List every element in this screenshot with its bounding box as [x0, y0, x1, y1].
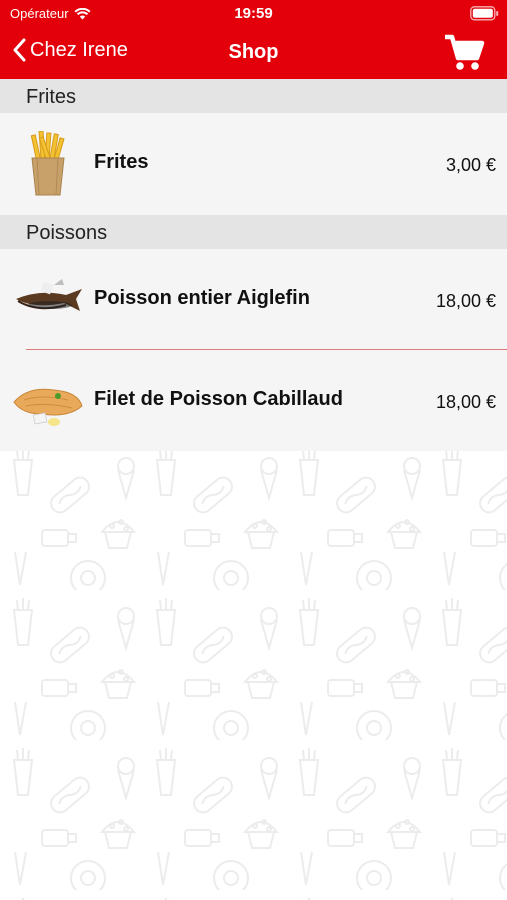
- battery-icon: [470, 6, 499, 21]
- item-name: Poisson entier Aiglefin: [94, 287, 310, 309]
- item-name: Filet de Poisson Cabillaud: [94, 388, 343, 410]
- status-time: 19:59: [234, 5, 273, 22]
- section-header-frites: Frites: [0, 79, 507, 113]
- fish-fillet-image: [13, 388, 83, 426]
- list-item-aiglefin[interactable]: Poisson entier Aiglefin 18,00 €: [0, 249, 507, 350]
- chevron-left-icon: [13, 38, 26, 62]
- item-price: 18,00 €: [435, 291, 496, 311]
- status-bar: Opérateur 19:59: [0, 0, 507, 28]
- item-price: 18,00 €: [435, 392, 496, 412]
- app-screen: Opérateur 19:59 Chez Irene Shop Frites F…: [0, 0, 507, 900]
- list-item-cabillaud[interactable]: Filet de Poisson Cabillaud 18,00 €: [0, 350, 507, 451]
- back-label: Chez Irene: [30, 38, 128, 61]
- section-header-poissons: Poissons: [0, 215, 507, 249]
- app-header: Opérateur 19:59 Chez Irene Shop: [0, 0, 507, 79]
- navigation-bar: Chez Irene Shop: [0, 28, 507, 79]
- whole-fish-image: [16, 279, 82, 311]
- menu-list: Frites Frites 3,00 € Poissons Poisson en…: [0, 79, 507, 451]
- item-price: 3,00 €: [445, 155, 496, 175]
- fries-image: [30, 131, 65, 196]
- item-name: Frites: [94, 151, 149, 173]
- back-button[interactable]: Chez Irene: [12, 38, 128, 62]
- shopping-cart-icon[interactable]: [443, 32, 485, 72]
- list-item-frites[interactable]: Frites 3,00 €: [0, 113, 507, 215]
